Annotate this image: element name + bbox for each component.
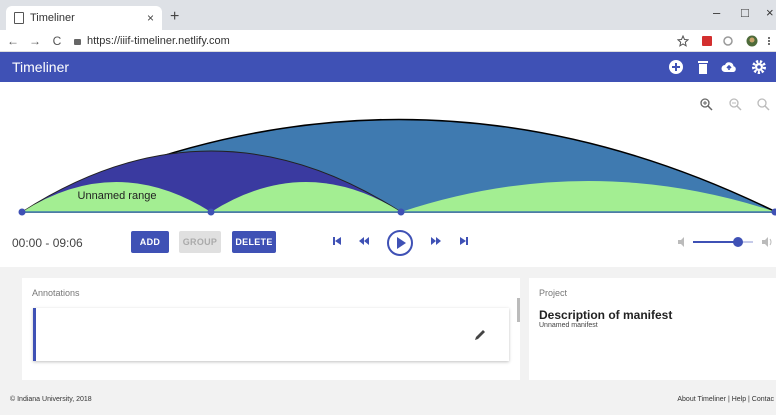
annotations-title: Annotations [32,288,80,298]
url-field[interactable]: https://iiif-timeliner.netlify.com [74,35,230,47]
back-button[interactable]: ← [4,34,22,48]
browser-tabstrip: Timeliner × + – □ × [0,0,776,30]
app-title: Timeliner [12,59,70,75]
page-icon [14,12,24,24]
volume-fill [693,241,738,243]
playback-controls: 00:00 - 09:06 ADD GROUP DELETE [0,222,776,267]
lock-icon [74,38,81,45]
url-text: https://iiif-timeliner.netlify.com [87,34,230,47]
browser-tab[interactable]: Timeliner × [6,6,162,30]
skip-next-icon[interactable] [459,236,469,246]
rewind-icon[interactable] [358,236,370,246]
reload-button[interactable]: C [48,34,66,48]
copyright: © Indiana University, 2018 [10,396,92,403]
project-panel: Project Description of manifest Unnamed … [529,278,776,380]
delete-button[interactable]: DELETE [232,231,276,253]
trash-icon[interactable] [695,59,711,75]
star-icon[interactable] [677,35,689,47]
minimize-button[interactable]: – [713,5,720,20]
range-label[interactable]: Unnamed range [72,190,162,202]
volume-high-icon[interactable] [762,237,772,247]
add-button[interactable]: ADD [131,231,169,253]
tab-title: Timeliner [30,12,75,24]
profile-avatar-icon[interactable] [746,35,758,47]
project-title: Project [539,288,568,298]
close-window-button[interactable]: × [766,5,774,20]
volume-slider[interactable] [693,237,753,247]
marker-dot [397,208,405,216]
annotation-card[interactable] [33,308,509,361]
new-tab-button[interactable]: + [170,8,179,26]
forward-button[interactable]: → [26,34,44,48]
volume-knob[interactable] [733,237,743,247]
manifest-name: Unnamed manifest [539,322,598,329]
group-button[interactable]: GROUP [179,231,221,253]
app-bar: Timeliner [0,52,776,82]
maximize-button[interactable]: □ [741,5,749,20]
add-circle-icon[interactable] [668,59,684,75]
menu-dots-icon[interactable] [766,35,772,47]
timecode: 00:00 - 09:06 [12,236,83,250]
extension-circle-icon[interactable] [722,35,734,47]
description-title: Description of manifest [539,308,673,322]
annotations-scrollbar[interactable] [517,298,520,322]
gear-icon[interactable] [751,59,767,75]
skip-previous-icon[interactable] [332,236,342,246]
marker-dot [207,208,215,216]
play-button[interactable] [387,230,413,256]
cloud-upload-icon[interactable] [721,59,737,75]
address-bar: ← → C https://iiif-timeliner.netlify.com [0,30,776,52]
fast-forward-icon[interactable] [430,236,442,246]
footer: © Indiana University, 2018 About Timelin… [0,390,776,415]
marker-dot [18,208,26,216]
volume-low-icon[interactable] [678,237,686,247]
edit-pencil-icon[interactable] [473,328,487,342]
tab-close-button[interactable]: × [147,11,154,25]
extension-red-icon[interactable] [701,35,713,47]
footer-links[interactable]: About Timeliner | Help | Contac [677,396,774,403]
